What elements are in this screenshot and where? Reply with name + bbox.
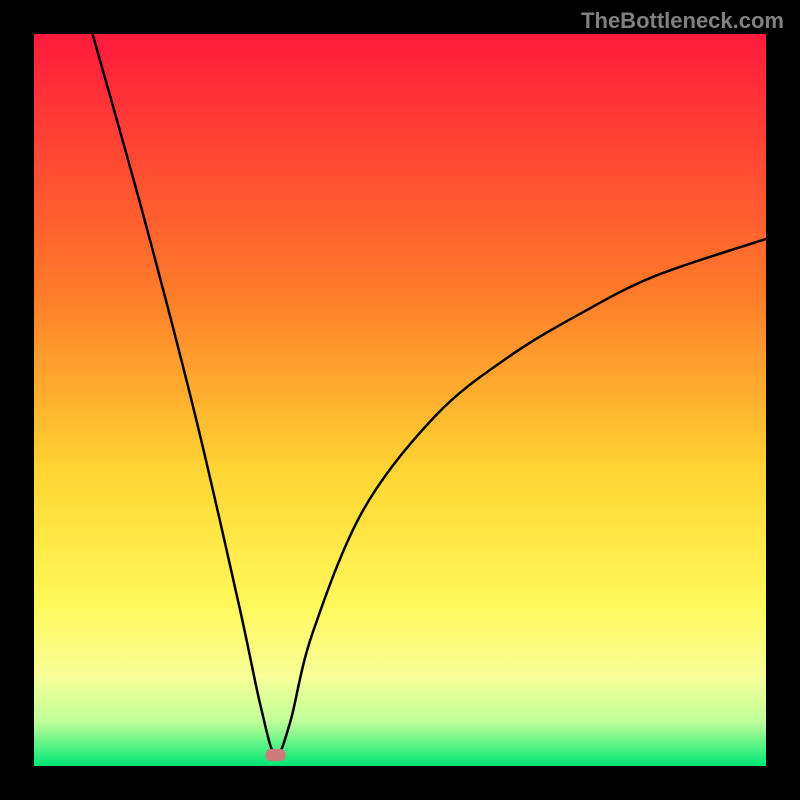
watermark-text: TheBottleneck.com bbox=[581, 8, 784, 34]
bottleneck-chart bbox=[0, 0, 800, 800]
minimum-marker bbox=[266, 749, 286, 761]
plot-background bbox=[34, 34, 766, 766]
axis-frame-bottom bbox=[0, 766, 800, 800]
axis-frame-right bbox=[766, 0, 800, 800]
axis-frame-left bbox=[0, 0, 34, 800]
